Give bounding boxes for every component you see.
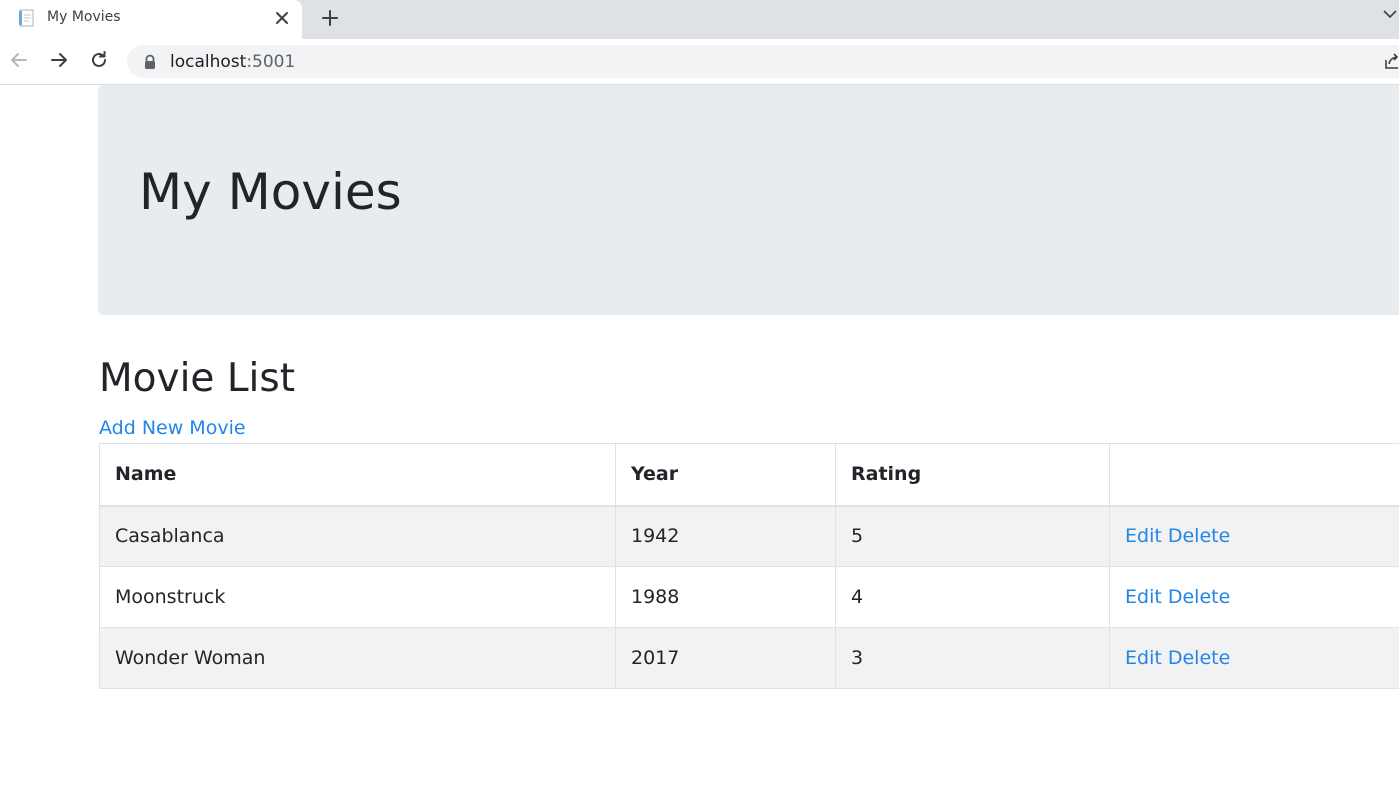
- cell-name: Wonder Woman: [99, 627, 616, 689]
- plus-icon[interactable]: [318, 6, 342, 30]
- url-host: localhost: [170, 52, 247, 72]
- delete-link[interactable]: Delete: [1168, 525, 1230, 547]
- tab-strip: My Movies: [0, 0, 1399, 39]
- browser-tab[interactable]: My Movies: [0, 0, 302, 39]
- reload-icon[interactable]: [88, 49, 110, 71]
- header-name: Name: [99, 443, 616, 507]
- header-actions: [1109, 443, 1399, 507]
- document-icon: [17, 8, 37, 28]
- url-text: localhost:5001: [170, 52, 295, 72]
- header-rating: Rating: [835, 443, 1110, 507]
- lock-icon[interactable]: [143, 54, 157, 70]
- address-bar[interactable]: localhost:5001: [127, 45, 1399, 78]
- cell-rating: 3: [835, 627, 1110, 689]
- cell-name: Moonstruck: [99, 566, 616, 628]
- table-row: Moonstruck 1988 4 Edit Delete: [99, 566, 1399, 628]
- delete-link[interactable]: Delete: [1168, 647, 1230, 669]
- cell-rating: 4: [835, 566, 1110, 628]
- edit-link[interactable]: Edit: [1125, 586, 1162, 608]
- share-icon[interactable]: [1384, 52, 1399, 70]
- url-port: :5001: [246, 52, 296, 72]
- delete-link[interactable]: Delete: [1168, 586, 1230, 608]
- page-title: Movie List: [99, 356, 295, 401]
- table-row: Casablanca 1942 5 Edit Delete: [99, 505, 1399, 567]
- cell-actions: Edit Delete: [1109, 627, 1399, 689]
- table-row: Wonder Woman 2017 3 Edit Delete: [99, 627, 1399, 689]
- close-icon[interactable]: [272, 8, 292, 28]
- jumbotron-title: My Movies: [139, 163, 402, 221]
- browser-toolbar: localhost:5001: [0, 39, 1399, 85]
- movies-table: Name Year Rating Casablanca 1942 5 Edit …: [99, 443, 1399, 689]
- cell-name: Casablanca: [99, 505, 616, 567]
- back-arrow-icon[interactable]: [8, 49, 30, 71]
- table-header-row: Name Year Rating: [99, 443, 1399, 507]
- cell-year: 2017: [615, 627, 836, 689]
- cell-actions: Edit Delete: [1109, 566, 1399, 628]
- cell-year: 1988: [615, 566, 836, 628]
- tab-title: My Movies: [47, 9, 121, 25]
- add-new-movie-link[interactable]: Add New Movie: [99, 417, 246, 439]
- jumbotron: My Movies: [98, 85, 1399, 315]
- cell-year: 1942: [615, 505, 836, 567]
- chevron-down-icon[interactable]: [1380, 4, 1399, 24]
- cell-rating: 5: [835, 505, 1110, 567]
- forward-arrow-icon[interactable]: [48, 49, 70, 71]
- edit-link[interactable]: Edit: [1125, 525, 1162, 547]
- cell-actions: Edit Delete: [1109, 505, 1399, 567]
- edit-link[interactable]: Edit: [1125, 647, 1162, 669]
- header-year: Year: [615, 443, 836, 507]
